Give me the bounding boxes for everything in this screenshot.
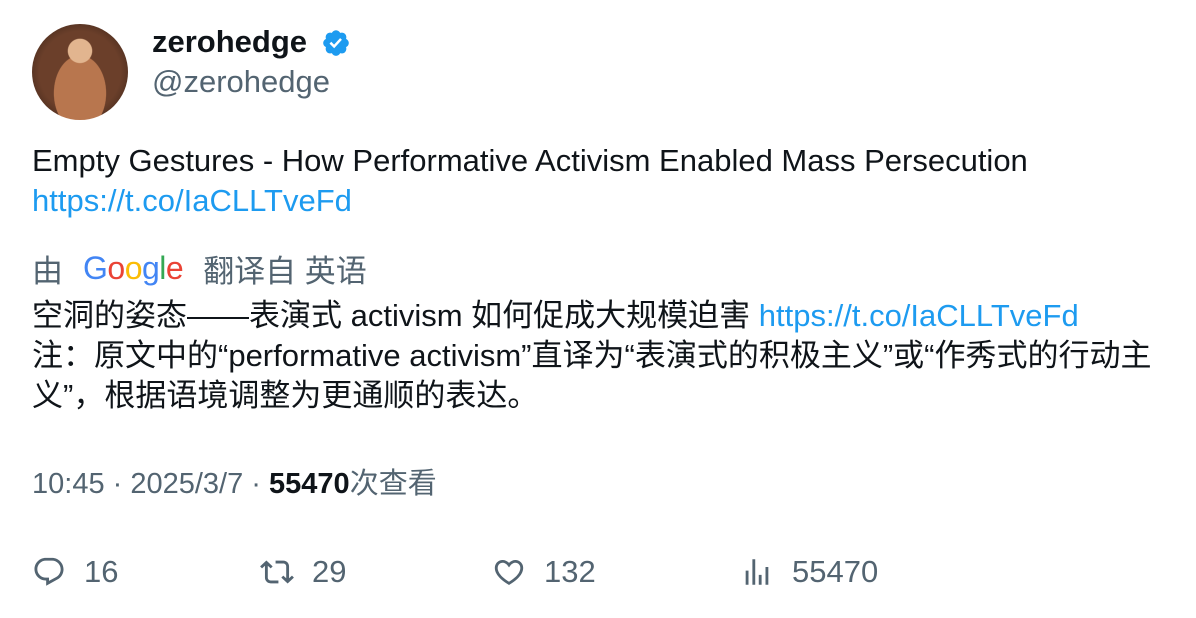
- translated-note: 注：原文中的“performative activism”直译为“表演式的积极主…: [32, 338, 1152, 413]
- display-name[interactable]: zerohedge: [152, 22, 307, 62]
- meta-separator-2: ·: [243, 468, 270, 500]
- translated-text: 空洞的姿态——表演式 activism 如何促成大规模迫害 https://t.…: [32, 296, 1172, 416]
- analytics-icon: [745, 559, 769, 585]
- retweet-count: 29: [312, 554, 347, 589]
- views-label: 次查看: [349, 468, 437, 500]
- tweet-body: Empty Gestures - How Performative Activi…: [32, 143, 1028, 178]
- avatar[interactable]: [32, 24, 128, 120]
- translation-prefix: 由: [32, 253, 63, 289]
- handle[interactable]: @zerohedge: [152, 62, 330, 102]
- tweet-date[interactable]: 2025/3/7: [130, 468, 243, 500]
- tweet-time[interactable]: 10:45: [32, 468, 105, 500]
- views-count: 55470: [269, 468, 350, 500]
- views-button[interactable]: 55470: [740, 550, 878, 594]
- like-count: 132: [544, 554, 596, 589]
- google-logo: Google: [83, 250, 184, 286]
- reply-icon: [34, 557, 64, 586]
- translated-body: 空洞的姿态——表演式 activism 如何促成大规模迫害: [32, 298, 759, 333]
- tweet-link[interactable]: https://t.co/IaCLLTveFd: [32, 183, 352, 218]
- translated-link[interactable]: https://t.co/IaCLLTveFd: [759, 298, 1079, 333]
- retweet-button[interactable]: 29: [260, 550, 346, 594]
- tweet-text: Empty Gestures - How Performative Activi…: [32, 141, 1172, 221]
- views-count-action: 55470: [792, 554, 879, 589]
- reply-button[interactable]: 16: [32, 550, 118, 594]
- like-button[interactable]: 132: [492, 550, 596, 594]
- tweet-meta: 10:45 · 2025/3/7 · 55470次查看: [32, 464, 437, 504]
- retweet-icon: [260, 560, 294, 584]
- meta-separator: ·: [104, 468, 131, 500]
- action-bar: 16 29 132 55470: [32, 550, 1172, 594]
- heart-icon: [494, 559, 524, 585]
- verified-badge-icon: [323, 30, 349, 56]
- translation-attribution: 由 Google 翻译自 英语: [32, 246, 367, 290]
- translation-suffix: 翻译自 英语: [203, 253, 367, 289]
- reply-count: 16: [84, 554, 119, 589]
